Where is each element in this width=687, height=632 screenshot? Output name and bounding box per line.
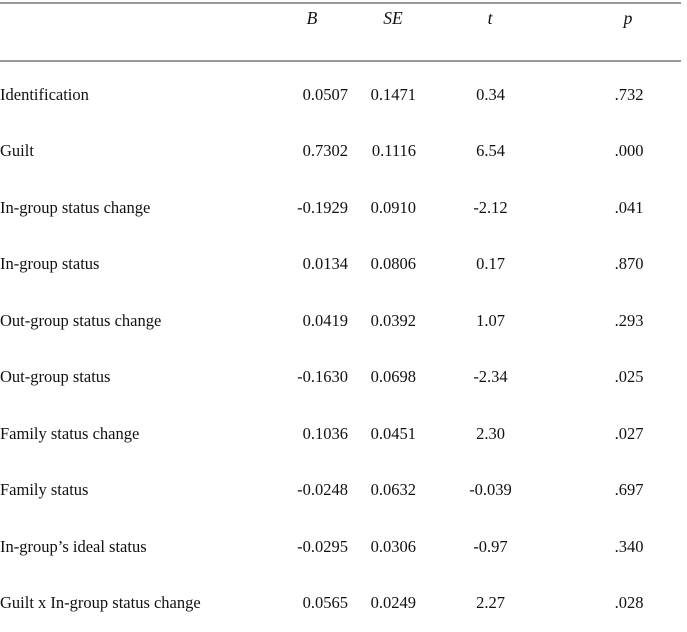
cell-b: -0.0295 <box>297 536 348 556</box>
cell-p: .025 <box>614 367 644 387</box>
row-label: Identification <box>0 84 89 104</box>
table-row: Family status change 0.1036 0.0451 2.30 .027 <box>0 406 681 463</box>
cell-p: .870 <box>614 254 644 274</box>
row-label: Family status <box>0 480 89 500</box>
cell-t: -0.97 <box>473 536 508 556</box>
cell-se: 0.1471 <box>370 84 416 104</box>
table-row: Guilt x In-group status change 0.0565 0.02… <box>0 575 681 632</box>
column-header-t: t <box>487 8 493 28</box>
table-row: Identification 0.0507 0.1471 0.34 .732 <box>0 66 681 123</box>
row-label: Family status change <box>0 423 140 443</box>
table-row: Out-group status -0.1630 0.0698 -2.34 .025 <box>0 349 681 406</box>
table-row: In-group’s ideal status -0.0295 0.0306 -0.9… <box>0 519 681 576</box>
column-header-b: B <box>306 8 318 28</box>
cell-b: 0.1036 <box>302 423 348 443</box>
cell-se: 0.0306 <box>370 536 416 556</box>
cell-p: .027 <box>614 423 644 443</box>
cell-t: 2.27 <box>476 593 505 613</box>
cell-t: 0.17 <box>476 254 505 274</box>
cell-t: 6.54 <box>476 141 505 161</box>
regression-results-table: B SE t p Identification 0.0507 0.1471 0.34.… <box>0 0 681 632</box>
table-page: B SE t p Identification 0.0507 0.1471 0.34.… <box>0 0 687 619</box>
cell-p: .340 <box>614 536 644 556</box>
column-header-label <box>0 0 278 66</box>
cell-se: 0.0910 <box>370 197 416 217</box>
column-header-p: p <box>623 8 633 28</box>
cell-t: 1.07 <box>476 310 505 330</box>
table-row: In-group status 0.0134 0.0806 0.17 .870 <box>0 236 681 293</box>
row-label: In-group’s ideal status <box>0 536 147 556</box>
cell-t: -0.039 <box>469 480 512 500</box>
table-row: Guilt 0.7302 0.1116 6.54 .000 <box>0 123 681 180</box>
cell-b: 0.0565 <box>302 593 348 613</box>
cell-p: .000 <box>614 141 644 161</box>
row-label: In-group status <box>0 254 100 274</box>
cell-b: 0.0419 <box>302 310 348 330</box>
cell-se: 0.0632 <box>370 480 416 500</box>
table-row: Family status -0.0248 0.0632 -0.039 .697 <box>0 462 681 519</box>
cell-b: 0.7302 <box>302 141 348 161</box>
cell-p: .293 <box>614 310 644 330</box>
cell-p: .028 <box>614 593 644 613</box>
cell-t: -2.12 <box>473 197 508 217</box>
column-header-se: SE <box>383 8 403 28</box>
row-label: Guilt <box>0 141 34 161</box>
cell-t: 2.30 <box>476 423 505 443</box>
cell-se: 0.0249 <box>370 593 416 613</box>
cell-b: -0.0248 <box>297 480 348 500</box>
cell-b: 0.0134 <box>302 254 348 274</box>
row-label: Out-group status <box>0 367 111 387</box>
table-header: B SE t p <box>0 0 681 66</box>
cell-se: 0.0806 <box>370 254 416 274</box>
table-body: Identification 0.0507 0.1471 0.34 .732 Guilt 0… <box>0 66 681 632</box>
cell-t: -2.34 <box>473 367 508 387</box>
cell-se: 0.1116 <box>371 141 416 161</box>
cell-b: -0.1630 <box>297 367 348 387</box>
table-row: In-group status change -0.1929 0.0910 -2.12… <box>0 180 681 237</box>
cell-p: .697 <box>614 480 644 500</box>
row-label: In-group status change <box>0 197 151 217</box>
cell-b: 0.0507 <box>302 84 348 104</box>
table-row: Out-group status change 0.0419 0.0392 1.07.… <box>0 293 681 350</box>
cell-se: 0.0451 <box>370 423 416 443</box>
cell-p: .041 <box>614 197 644 217</box>
cell-t: 0.34 <box>476 84 505 104</box>
table-header-row: B SE t p <box>0 0 681 66</box>
row-label: Guilt x In-group status change <box>0 593 201 613</box>
cell-se: 0.0392 <box>370 310 416 330</box>
cell-b: -0.1929 <box>297 197 348 217</box>
cell-se: 0.0698 <box>370 367 416 387</box>
cell-p: .732 <box>614 84 644 104</box>
row-label: Out-group status change <box>0 310 162 330</box>
